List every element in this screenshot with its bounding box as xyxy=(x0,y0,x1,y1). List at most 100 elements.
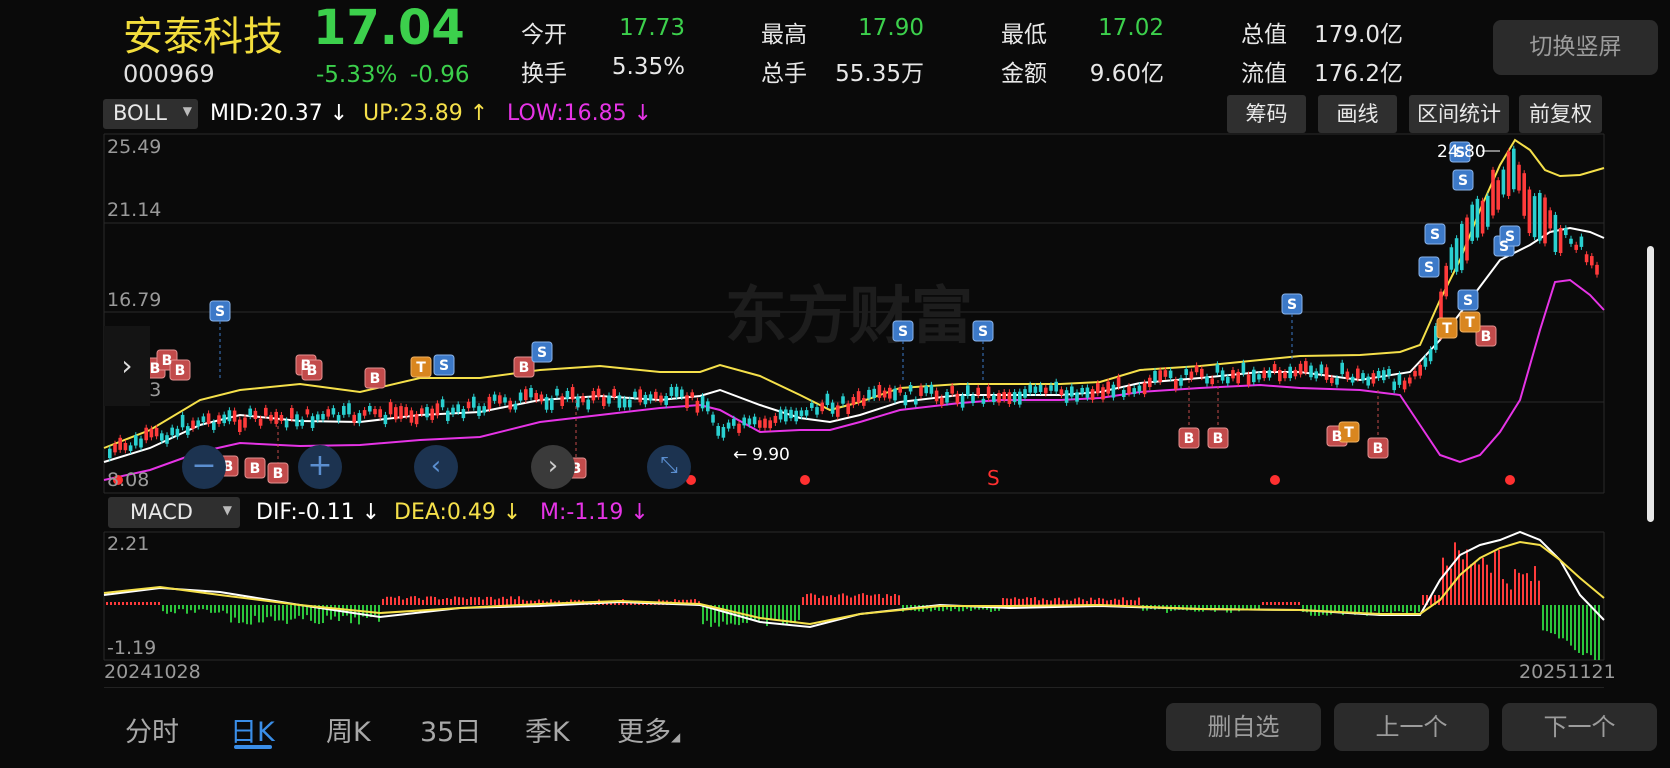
macd-bar xyxy=(130,602,132,605)
svg-text:S: S xyxy=(1458,173,1468,189)
candle xyxy=(139,438,143,448)
collapse-icon[interactable]: ⤡ xyxy=(647,445,691,489)
svg-text:S: S xyxy=(537,345,547,361)
candle xyxy=(1449,247,1454,270)
candle xyxy=(1101,387,1105,400)
next-stock-button[interactable]: 下一个 xyxy=(1502,703,1657,751)
candle xyxy=(737,423,741,433)
macd-bar xyxy=(1410,605,1412,612)
macd-bar xyxy=(1478,564,1480,605)
candle xyxy=(253,410,258,420)
svg-text:S: S xyxy=(439,358,449,374)
candle xyxy=(799,410,804,417)
candle xyxy=(1522,173,1526,216)
macd-bar xyxy=(142,602,144,605)
candle xyxy=(685,395,689,408)
candle xyxy=(1174,379,1178,390)
candle xyxy=(1231,370,1235,379)
candle xyxy=(596,388,601,397)
macd-bar xyxy=(702,605,704,625)
tab-35-day[interactable]: 35日 xyxy=(420,710,481,749)
macd-bar xyxy=(246,605,248,625)
candle xyxy=(212,422,216,430)
candle xyxy=(856,391,861,403)
remove-watchlist-button[interactable]: 删自选 xyxy=(1166,703,1321,751)
candle xyxy=(399,406,403,419)
zoom-in-button[interactable]: + xyxy=(298,445,342,489)
macd-bar xyxy=(1486,564,1488,605)
macd-y-label-bottom: -1.19 xyxy=(107,637,157,659)
tab-more[interactable]: 更多◢ xyxy=(617,710,680,749)
candle xyxy=(1049,385,1053,391)
tab-quarterly-k[interactable]: 季K xyxy=(525,710,570,749)
sub-indicator-name: MACD xyxy=(130,500,193,524)
candle xyxy=(914,399,918,405)
macd-bar xyxy=(778,605,780,621)
candle xyxy=(1538,192,1542,241)
candle xyxy=(830,402,835,414)
svg-text:B: B xyxy=(307,363,318,379)
candle xyxy=(888,387,892,399)
candle xyxy=(1200,368,1204,378)
macd-bar xyxy=(234,605,236,618)
candle xyxy=(165,435,169,444)
previous-stock-button[interactable]: 上一个 xyxy=(1334,703,1489,751)
macd-bar xyxy=(1266,602,1268,605)
macd-bar xyxy=(222,605,224,611)
candle xyxy=(1158,370,1162,382)
candle xyxy=(690,392,694,398)
macd-bar xyxy=(202,605,204,610)
date-start: 20241028 xyxy=(104,661,201,683)
svg-text:T: T xyxy=(1442,321,1452,337)
candle xyxy=(201,416,206,423)
candle xyxy=(862,398,866,406)
macd-bar xyxy=(826,596,828,605)
kline-chart[interactable]: 东方财富 B BB BB B BB B B BB B BBB TTT T SSS… xyxy=(0,0,1670,768)
macd-bar xyxy=(1474,562,1476,605)
candle xyxy=(342,406,346,415)
vertical-scrollbar[interactable] xyxy=(1647,246,1654,522)
candle xyxy=(1564,228,1568,236)
svg-text:B: B xyxy=(273,466,284,482)
candle xyxy=(1194,365,1199,373)
candle xyxy=(316,414,320,420)
svg-text:S: S xyxy=(215,304,225,320)
macd-bar xyxy=(1482,557,1484,605)
candle xyxy=(227,410,232,422)
macd-bar xyxy=(1550,605,1552,634)
zoom-out-button[interactable]: − xyxy=(182,445,226,489)
macd-bar xyxy=(1098,597,1100,605)
macd-dea-value: DEA:0.49 ↓ xyxy=(394,500,522,525)
candle xyxy=(362,410,367,416)
macd-bar xyxy=(482,599,484,605)
macd-bar xyxy=(862,593,864,605)
candle xyxy=(1267,370,1272,378)
macd-bar xyxy=(1574,605,1576,651)
macd-bar xyxy=(1050,600,1052,605)
sub-indicator-select[interactable]: MACD ▼ xyxy=(108,497,240,528)
candle xyxy=(118,437,122,450)
candle xyxy=(1096,383,1100,394)
scroll-right-button[interactable]: › xyxy=(531,445,575,489)
candle xyxy=(654,391,658,399)
candle xyxy=(1044,387,1048,394)
svg-text:B: B xyxy=(162,353,173,369)
expand-left-button[interactable]: › xyxy=(104,326,150,406)
candle xyxy=(841,396,845,404)
candle xyxy=(394,407,398,420)
candle xyxy=(466,401,471,409)
tab-weekly-k[interactable]: 周K xyxy=(326,710,371,749)
candle xyxy=(435,403,440,416)
macd-bar xyxy=(1570,605,1572,646)
candle xyxy=(1584,254,1589,263)
tab-daily-k[interactable]: 日K xyxy=(230,710,275,749)
candle xyxy=(726,422,731,429)
tab-intraday[interactable]: 分时 xyxy=(125,710,179,749)
scroll-left-button[interactable]: ‹ xyxy=(414,445,458,489)
candle xyxy=(248,408,252,417)
candle xyxy=(1324,367,1329,380)
macd-bar xyxy=(818,597,820,605)
macd-bar xyxy=(442,599,444,605)
candle xyxy=(742,417,746,426)
candle xyxy=(570,387,575,400)
